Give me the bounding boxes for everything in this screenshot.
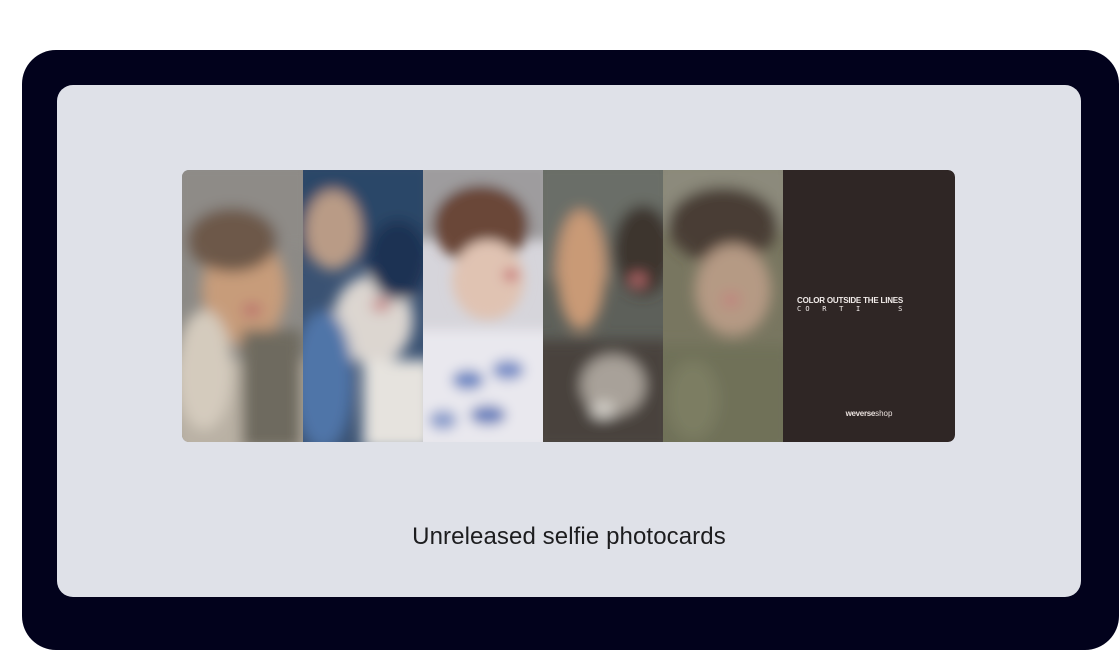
photocard-3 [423, 170, 543, 442]
weverse-shop-logo: weverseshop [783, 409, 955, 418]
photocard-5 [663, 170, 783, 442]
album-title: COLOR OUTSIDE THE LINES [797, 296, 904, 305]
photocard-3-image [423, 170, 543, 442]
photocard-5-image [663, 170, 783, 442]
photocard-1 [182, 170, 303, 442]
photocard-strip: COLOR OUTSIDE THE LINES C O R T I S weve… [182, 170, 955, 442]
photocard-1-image [182, 170, 303, 442]
artist-name: C O R T I S [797, 305, 903, 313]
photocard-2 [303, 170, 423, 442]
logo-brand: weverse [845, 409, 876, 418]
logo-suffix: shop [875, 409, 893, 418]
photocard-4-image [543, 170, 663, 442]
photocard-back: COLOR OUTSIDE THE LINES C O R T I S weve… [783, 170, 955, 442]
caption: Unreleased selfie photocards [412, 523, 726, 550]
photocard-2-image [303, 170, 423, 442]
screen: COLOR OUTSIDE THE LINES C O R T I S weve… [57, 85, 1081, 597]
photocard-4 [543, 170, 663, 442]
